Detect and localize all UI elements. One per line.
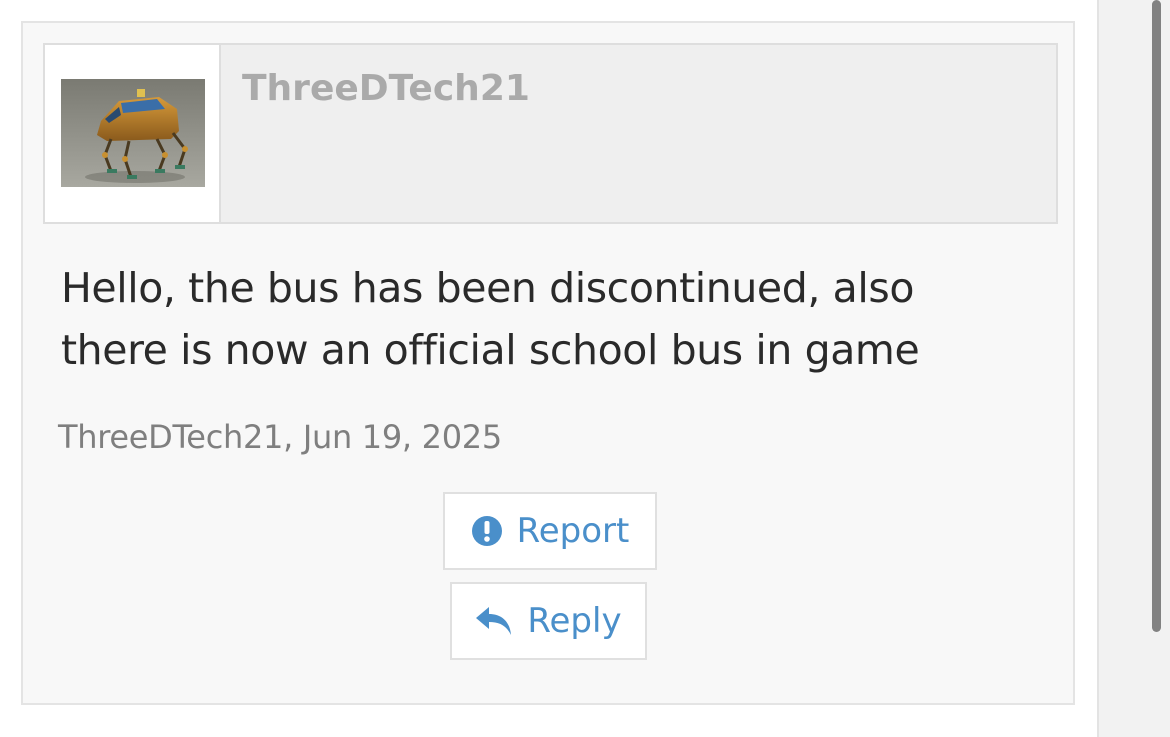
reply-button[interactable]: Reply (450, 582, 647, 660)
exclamation-circle-icon (471, 515, 503, 547)
post-message: Hello, the bus has been discontinued, al… (61, 264, 920, 374)
reply-button-label: Reply (527, 601, 622, 641)
reply-arrow-icon (475, 605, 513, 637)
report-button-label: Report (516, 511, 630, 551)
post-meta: ThreeDTech21, Jun 19, 2025 (58, 418, 502, 456)
avatar-frame[interactable] (45, 45, 221, 222)
author-username[interactable]: ThreeDTech21 (242, 67, 530, 111)
scrollbar-thumb[interactable] (1152, 0, 1161, 632)
report-button[interactable]: Report (443, 492, 657, 570)
avatar[interactable] (61, 79, 205, 187)
page: ThreeDTech21 Hello, the bus has been dis… (0, 0, 1170, 737)
author-box: ThreeDTech21 (43, 43, 1058, 224)
post-card: ThreeDTech21 Hello, the bus has been dis… (21, 21, 1075, 705)
